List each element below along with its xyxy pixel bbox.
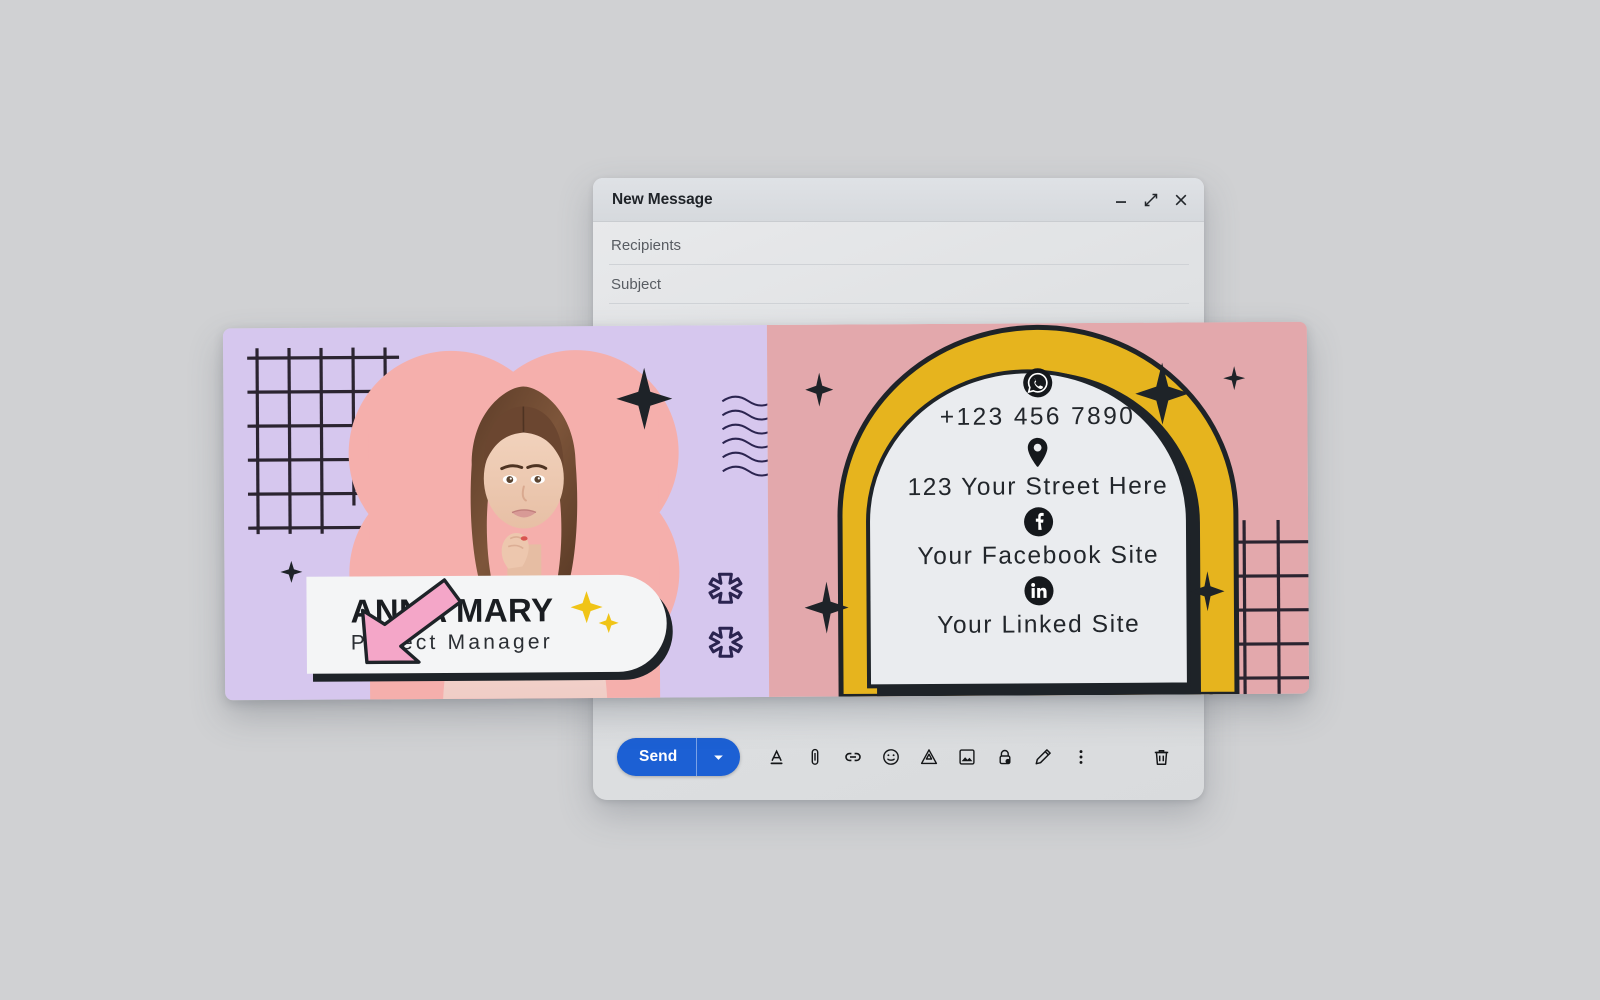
name-card: ANNA MARY Project Manager: [306, 574, 679, 682]
minimize-icon[interactable]: [1112, 191, 1130, 209]
contact-address-text: 123 Your Street Here: [907, 472, 1169, 502]
signature-right-panel: +123 456 7890 123 Your Street Here Your …: [767, 321, 1310, 701]
send-button-label: Send: [639, 748, 678, 765]
whatsapp-icon: [1022, 367, 1053, 398]
insert-photo-icon[interactable]: [956, 746, 978, 768]
contact-item-facebook[interactable]: Your Facebook Site: [917, 506, 1159, 576]
discard-draft-icon[interactable]: [1150, 746, 1172, 768]
sparkle-stars-icon: [570, 589, 622, 644]
insert-drive-icon[interactable]: [918, 746, 940, 768]
recipients-field[interactable]: Recipients: [609, 226, 1189, 265]
contact-list: +123 456 7890 123 Your Street Here Your …: [767, 366, 1309, 646]
recipients-label: Recipients: [611, 236, 682, 254]
asterisk-shapes-decoration: [702, 570, 749, 679]
close-icon[interactable]: [1172, 191, 1190, 209]
send-options-chevron-down-icon[interactable]: [697, 751, 740, 764]
formatting-options-icon[interactable]: [766, 746, 788, 768]
expand-icon[interactable]: [1142, 191, 1160, 209]
window-controls: [1112, 178, 1190, 222]
contact-linkedin-text: Your Linked Site: [937, 610, 1141, 639]
insert-link-icon[interactable]: [842, 746, 864, 768]
compose-toolbar: Send: [593, 714, 1204, 800]
contact-item-phone[interactable]: +123 456 7890: [940, 367, 1136, 437]
insert-signature-icon[interactable]: [1032, 746, 1054, 768]
four-point-star-icon: [280, 560, 303, 588]
contact-phone-text: +123 456 7890: [939, 402, 1136, 431]
linkedin-icon: [1023, 575, 1054, 606]
screen: New Message Recipients Subject Send ANNA…: [0, 0, 1600, 1000]
email-signature-banner[interactable]: ANNA MARY Project Manager +123 456 7890 …: [222, 321, 1310, 701]
insert-emoji-icon[interactable]: [880, 746, 902, 768]
attach-file-icon[interactable]: [804, 746, 826, 768]
contact-facebook-text: Your Facebook Site: [917, 541, 1160, 571]
subject-label: Subject: [611, 275, 662, 293]
four-point-star-icon: [616, 367, 673, 435]
pink-arrow-decoration: [356, 574, 469, 676]
send-button[interactable]: Send: [617, 738, 741, 776]
subject-field[interactable]: Subject: [609, 265, 1189, 304]
contact-item-address[interactable]: 123 Your Street Here: [907, 436, 1168, 508]
more-options-icon[interactable]: [1070, 746, 1092, 768]
compose-window-title: New Message: [612, 190, 713, 208]
location-pin-icon: [1025, 436, 1051, 468]
compose-titlebar: New Message: [593, 178, 1204, 222]
confidential-mode-icon[interactable]: [994, 746, 1016, 768]
toolbar-icons: [766, 746, 1092, 768]
signature-left-panel: ANNA MARY Project Manager: [222, 324, 828, 701]
contact-item-linkedin[interactable]: Your Linked Site: [937, 575, 1141, 645]
facebook-icon: [1023, 506, 1054, 537]
